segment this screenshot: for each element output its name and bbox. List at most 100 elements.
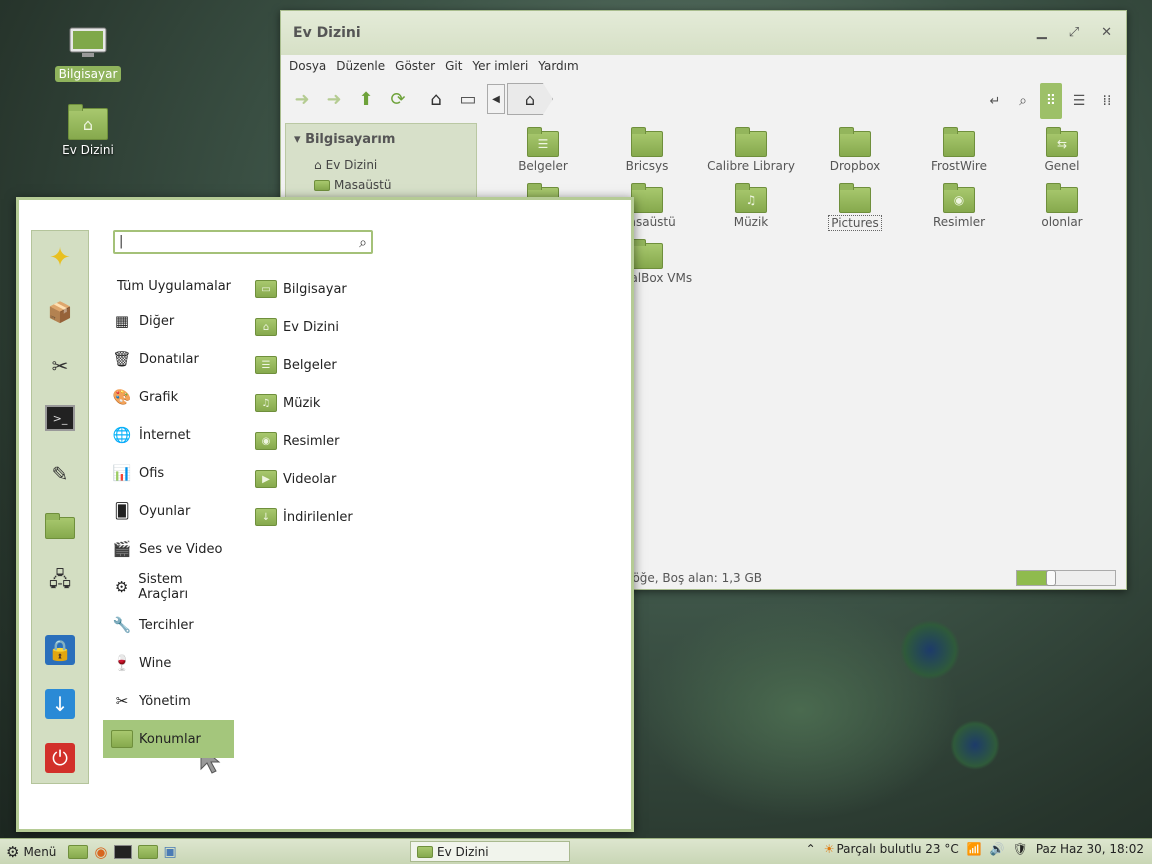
menu-place-item[interactable]: ♫ Müzik (255, 384, 320, 422)
menu-place-item[interactable]: ↓ İndirilenler (255, 498, 353, 536)
close-button[interactable]: ✕ (1101, 25, 1112, 40)
maximize-button[interactable]: ⤢ (1069, 25, 1079, 40)
window-titlebar[interactable]: Ev Dizini ▁ ⤢ ✕ (281, 11, 1126, 55)
file-item[interactable]: ♫ Müzik (699, 183, 803, 229)
file-item[interactable]: Calibre Library (699, 127, 803, 173)
file-item[interactable]: ☰ Belgeler (491, 127, 595, 173)
folder-icon[interactable] (45, 513, 75, 543)
home-icon[interactable]: ⌂ (423, 86, 449, 112)
up-arrow-icon[interactable]: ⬆ (353, 86, 379, 112)
file-name: FrostWire (931, 159, 987, 173)
bottom-panel: ⚙ Menü ◉ ▣ Ev Dizini ⌃ ☀ Parçalı bulutlu… (0, 838, 1152, 864)
menu-category-item[interactable]: 🎨 Grafik (109, 378, 233, 416)
file-item[interactable]: Dropbox (803, 127, 907, 173)
menu-yer-imleri[interactable]: Yer imleri (472, 59, 528, 73)
toggle-location-icon[interactable]: ↵ (984, 83, 1006, 119)
screenshot-icon[interactable]: ▣ (164, 844, 177, 860)
sidebar-header[interactable]: ▾ Bilgisayarım (286, 124, 476, 155)
firefox-icon[interactable]: ◉ (94, 843, 107, 861)
logout-icon[interactable]: ↓ (45, 689, 75, 719)
menu-bar: Dosya Düzenle Göster Git Yer imleri Yard… (281, 55, 1126, 77)
volume-icon[interactable]: 🔊 (990, 842, 1005, 856)
weather-icon[interactable]: ☀ (824, 842, 835, 856)
file-item[interactable]: olonlar (1010, 183, 1114, 229)
compact-view-button[interactable]: ⁞⁞ (1096, 83, 1118, 119)
shield-icon[interactable]: 🛡 (1013, 842, 1028, 856)
menu-category-item[interactable]: ✂ Yönetim (109, 682, 233, 720)
menu-category-item[interactable]: Konumlar (103, 720, 234, 758)
desktop-icon-computer[interactable]: Bilgisayar (48, 26, 128, 82)
desktop-icon-home[interactable]: ⌂ Ev Dizini (48, 104, 128, 158)
menu-goster[interactable]: Göster (395, 59, 435, 73)
menu-category-item[interactable]: 🗑 Donatılar (109, 340, 233, 378)
breadcrumb-home[interactable]: ⌂ (507, 83, 553, 115)
folder-icon (1046, 183, 1078, 213)
terminal-icon[interactable] (113, 844, 132, 859)
terminal-icon[interactable]: >_ (45, 405, 75, 431)
search-icon[interactable]: ⌕ (1012, 83, 1034, 119)
settings-tools-icon[interactable]: ✂ (45, 351, 75, 381)
wifi-icon[interactable]: 📶 (967, 842, 982, 856)
sidebar-item-desktop[interactable]: Masaüstü (286, 175, 476, 195)
file-name: Bricsys (625, 159, 669, 173)
file-item[interactable]: Bricsys (595, 127, 699, 173)
folder-icon (631, 183, 663, 213)
folder-icon (314, 179, 330, 191)
power-icon[interactable]: ⏻ (45, 743, 75, 773)
category-icon: ✂ (115, 692, 129, 710)
lock-icon[interactable]: 🔒 (45, 635, 75, 665)
taskbar-item-ev-dizini[interactable]: Ev Dizini (410, 841, 570, 862)
menu-category-item[interactable]: 🎬 Ses ve Video (109, 530, 233, 568)
back-arrow-icon[interactable]: ➜ (289, 86, 315, 112)
breadcrumb-left-icon[interactable]: ◀ (487, 84, 505, 114)
clock[interactable]: Paz Haz 30, 18:02 (1036, 842, 1144, 856)
reload-icon[interactable]: ⟳ (385, 86, 411, 112)
zoom-knob[interactable] (1046, 570, 1057, 586)
menu-category-item[interactable]: 🌐 İnternet (109, 416, 233, 454)
minimize-button[interactable]: ▁ (1037, 25, 1047, 40)
menu-category-item[interactable]: ⚙ Sistem Araçları (109, 568, 233, 606)
folder-icon: ☰ (527, 127, 559, 157)
folder-icon[interactable] (137, 844, 158, 859)
forward-arrow-icon[interactable]: ➜ (321, 86, 347, 112)
icon-view-button[interactable]: ⠿ (1040, 83, 1062, 119)
menu-place-item[interactable]: ▶ Videolar (255, 460, 336, 498)
file-item[interactable]: ⇆ Genel (1010, 127, 1114, 173)
category-icon: 🌐 (112, 426, 132, 444)
menu-place-item[interactable]: ◉ Resimler (255, 422, 339, 460)
weather-text[interactable]: Parçalı bulutlu 23 °C (836, 842, 958, 856)
computer-icon[interactable]: ▭ (455, 86, 481, 112)
menu-search-input[interactable]: | ⌕ (113, 230, 373, 254)
home-icon: ⌂ (314, 158, 322, 172)
category-icon: 🎨 (112, 388, 132, 406)
category-icon: 🗑 (112, 350, 132, 368)
network-icon[interactable]: 🖧 (45, 567, 75, 597)
chevron-up-icon[interactable]: ⌃ (806, 842, 816, 856)
menu-category-item[interactable]: 🍷 Wine (109, 644, 233, 682)
toolbar: ➜ ➜ ⬆ ⟳ ⌂ ▭ ◀ ⌂ ↵ ⌕ ⠿ ☰ ⁞⁞ (281, 77, 1126, 121)
list-view-button[interactable]: ☰ (1068, 83, 1090, 119)
file-name: Müzik (733, 215, 769, 229)
file-item[interactable]: Pictures (803, 183, 907, 231)
menu-duzenle[interactable]: Düzenle (336, 59, 385, 73)
file-item[interactable]: ◉ Resimler (907, 183, 1011, 229)
text-editor-icon[interactable]: ✎ (45, 459, 75, 489)
menu-yardim[interactable]: Yardım (538, 59, 578, 73)
menu-category-item[interactable]: 🂠 Oyunlar (109, 492, 233, 530)
menu-place-item[interactable]: ⌂ Ev Dizini (255, 308, 339, 346)
menu-place-item[interactable]: ▭ Bilgisayar (255, 270, 347, 308)
show-desktop-icon[interactable] (68, 844, 89, 859)
menu-button[interactable]: ⚙ Menü (6, 841, 56, 863)
zoom-slider[interactable] (1016, 570, 1116, 586)
star-icon[interactable]: ✦ (45, 243, 75, 273)
menu-category-item[interactable]: ▦ Diğer (109, 302, 233, 340)
menu-place-item[interactable]: ☰ Belgeler (255, 346, 337, 384)
menu-category-item[interactable]: Tüm Uygulamalar (109, 267, 233, 305)
menu-category-item[interactable]: 📊 Ofis (109, 454, 233, 492)
menu-git[interactable]: Git (445, 59, 462, 73)
menu-dosya[interactable]: Dosya (289, 59, 326, 73)
sidebar-item-home[interactable]: ⌂ Ev Dizini (286, 155, 476, 175)
software-manager-icon[interactable]: 📦 (45, 297, 75, 327)
menu-category-item[interactable]: 🔧 Tercihler (109, 606, 233, 644)
file-item[interactable]: FrostWire (907, 127, 1011, 173)
